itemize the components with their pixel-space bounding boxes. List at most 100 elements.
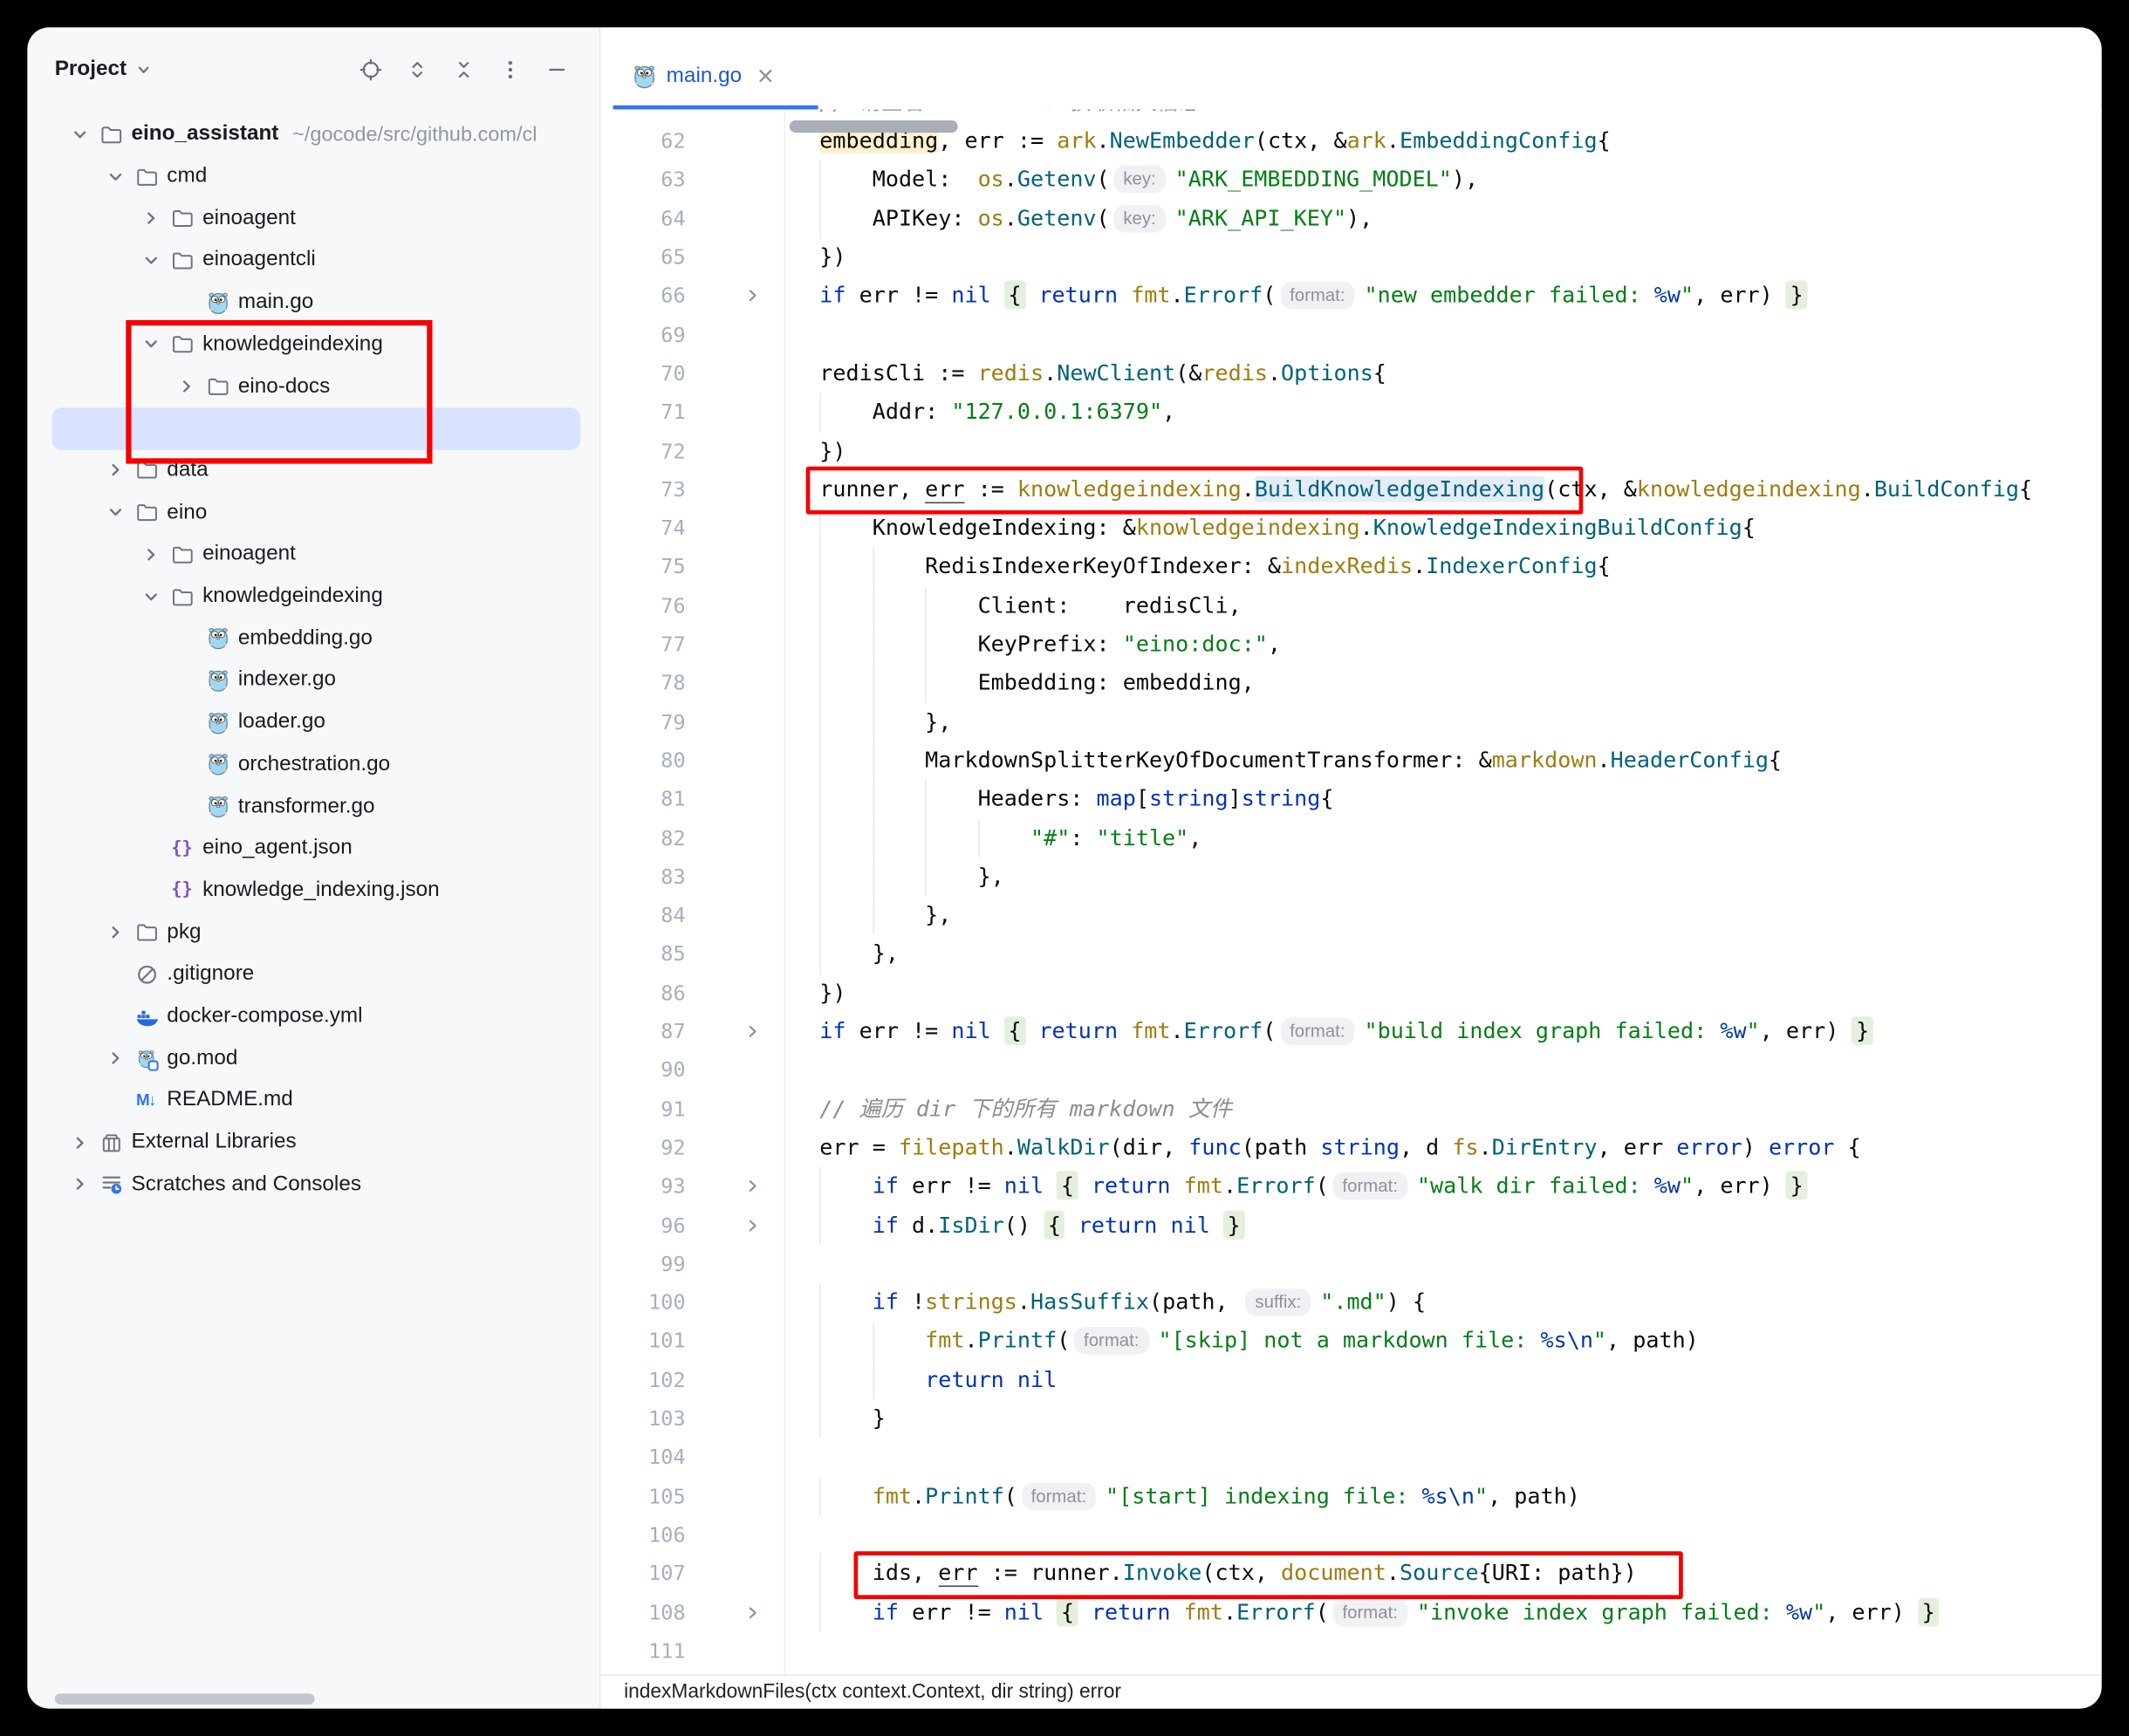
code-line-77[interactable]: 77 KeyPrefix: "eino:doc:",	[600, 625, 2101, 664]
fold-arrow-icon[interactable]	[740, 1167, 764, 1206]
tree-item-external-libraries[interactable]: External Libraries	[27, 1122, 599, 1164]
code-line-87[interactable]: 87if err != nil { return fmt.Errorf(form…	[600, 1012, 2101, 1050]
folder-icon	[132, 501, 161, 524]
fold-arrow-icon[interactable]	[740, 277, 764, 315]
tree-item-eino-agent.json[interactable]: {}eino_agent.json	[27, 828, 599, 870]
code-line-91[interactable]: 91// 遍历 dir 下的所有 markdown 文件	[600, 1090, 2101, 1128]
tree-item-einoagent[interactable]: einoagent	[27, 197, 599, 239]
chevron-right-icon[interactable]	[99, 921, 132, 943]
tree-item-main.go[interactable]: main.go	[27, 282, 599, 324]
chevron-down-icon[interactable]	[63, 124, 96, 146]
code-line-93[interactable]: 93 if err != nil { return fmt.Errorf(for…	[600, 1167, 2101, 1206]
code-line-102[interactable]: 102 return nil	[600, 1361, 2101, 1399]
tree-item-readme.md[interactable]: M↓README.md	[27, 1079, 599, 1121]
code-line-79[interactable]: 79 },	[600, 702, 2101, 741]
chevron-right-icon[interactable]	[63, 1173, 96, 1195]
tree-item-einoagentcli[interactable]: einoagentcli	[27, 240, 599, 282]
tree-item-docker-compose.yml[interactable]: docker-compose.yml	[27, 995, 599, 1037]
code-line-71[interactable]: 71 Addr: "127.0.0.1:6379",	[600, 393, 2101, 431]
tree-item-loader.go[interactable]: loader.go	[27, 701, 599, 743]
scratches-icon	[96, 1172, 126, 1196]
panel-divider[interactable]	[599, 27, 601, 1708]
line-number: 74	[600, 509, 685, 548]
tree-item-label: indexer.go	[238, 668, 336, 693]
code-line-105[interactable]: 105 fmt.Printf(format:"[start] indexing …	[600, 1477, 2101, 1515]
code-line-104[interactable]: 104	[600, 1439, 2101, 1477]
code-line-100[interactable]: 100 if !strings.HasSuffix(path, suffix:"…	[600, 1283, 2101, 1322]
chevron-right-icon[interactable]	[99, 1048, 132, 1070]
tree-item-go.mod[interactable]: go.mod	[27, 1037, 599, 1079]
code-line-101[interactable]: 101 fmt.Printf(format:"[skip] not a mark…	[600, 1322, 2101, 1360]
code-line-76[interactable]: 76 Client: redisCli,	[600, 586, 2101, 625]
code-line-99[interactable]: 99	[600, 1245, 2101, 1283]
tree-item-transformer.go[interactable]: transformer.go	[27, 785, 599, 827]
code-line-82[interactable]: 82 "#": "title",	[600, 819, 2101, 858]
tree-item-indexer.go[interactable]: indexer.go	[27, 660, 599, 701]
chevron-right-icon[interactable]	[63, 1131, 96, 1153]
editor-scrollbar-thumb[interactable]	[790, 120, 958, 133]
chevron-down-icon[interactable]	[99, 502, 132, 523]
code-line-106[interactable]: 106	[600, 1515, 2101, 1554]
code-line-63[interactable]: 63 Model: os.Getenv(key:"ARK_EMBEDDING_M…	[600, 161, 2101, 199]
code-line-75[interactable]: 75 RedisIndexerKeyOfIndexer: &indexRedis…	[600, 548, 2101, 586]
line-number: 99	[600, 1245, 685, 1283]
tree-item-.gitignore[interactable]: .gitignore	[27, 953, 599, 995]
fold-arrow-icon[interactable]	[740, 1012, 764, 1050]
tree-item-einoagent[interactable]: einoagent	[27, 534, 599, 576]
ide-window-stage: Project eino_assistant~/gocode/src/githu…	[0, 0, 2129, 1736]
line-number: 96	[600, 1206, 685, 1244]
code-line-90[interactable]: 90	[600, 1051, 2101, 1090]
code-line-64[interactable]: 64 APIKey: os.Getenv(key:"ARK_API_KEY"),	[600, 200, 2101, 238]
chevron-down-icon[interactable]	[99, 166, 132, 188]
line-number: 84	[600, 896, 685, 934]
code-viewport[interactable]: 61// 请查看 README.md 获取相关信息62embedding, er…	[600, 109, 2101, 1674]
tree-item-label: eino	[167, 500, 207, 524]
tree-item-label: docker-compose.yml	[167, 1004, 362, 1029]
annotation-red-box-tree	[126, 320, 432, 464]
tab-main-go[interactable]: main.go	[613, 46, 794, 105]
fold-arrow-icon[interactable]	[740, 1206, 764, 1244]
tree-item-eino-assistant[interactable]: eino_assistant~/gocode/src/github.com/cl	[27, 113, 599, 155]
chevron-down-icon[interactable]	[134, 249, 168, 271]
code-line-111[interactable]: 111	[600, 1632, 2101, 1671]
code-line-81[interactable]: 81 Headers: map[string]string{	[600, 780, 2101, 818]
project-tool-window: Project eino_assistant~/gocode/src/githu…	[27, 27, 599, 1708]
code-line-72[interactable]: 72})	[600, 432, 2101, 470]
code-line-70[interactable]: 70redisCli := redis.NewClient(&redis.Opt…	[600, 354, 2101, 393]
tree-item-knowledgeindexing[interactable]: knowledgeindexing	[27, 576, 599, 618]
folder-icon	[167, 584, 196, 608]
line-number: 108	[600, 1593, 685, 1631]
code-line-85[interactable]: 85 },	[600, 935, 2101, 974]
line-number: 107	[600, 1555, 685, 1593]
json-icon: {}	[167, 878, 196, 902]
code-line-84[interactable]: 84 },	[600, 896, 2101, 934]
chevron-right-icon[interactable]	[134, 208, 168, 229]
code-line-69[interactable]: 69	[600, 316, 2101, 354]
tree-item-orchestration.go[interactable]: orchestration.go	[27, 743, 599, 785]
chevron-down-icon[interactable]	[134, 585, 168, 607]
code-line-86[interactable]: 86})	[600, 974, 2101, 1012]
code-line-78[interactable]: 78 Embedding: embedding,	[600, 664, 2101, 702]
code-line-83[interactable]: 83 },	[600, 858, 2101, 896]
tree-item-label: eino_agent.json	[202, 836, 353, 860]
go-icon	[202, 711, 232, 735]
project-horizontal-scrollbar[interactable]	[55, 1693, 315, 1705]
code-line-66[interactable]: 66if err != nil { return fmt.Errorf(form…	[600, 277, 2101, 315]
code-line-96[interactable]: 96 if d.IsDir() { return nil }	[600, 1206, 2101, 1244]
tree-item-knowledge-indexing.json[interactable]: {}knowledge_indexing.json	[27, 870, 599, 912]
code-line-65[interactable]: 65})	[600, 238, 2101, 277]
tree-item-pkg[interactable]: pkg	[27, 912, 599, 953]
fold-arrow-icon[interactable]	[740, 1593, 764, 1631]
tree-item-cmd[interactable]: cmd	[27, 155, 599, 197]
tree-item-scratches-and-consoles[interactable]: Scratches and Consoles	[27, 1164, 599, 1206]
chevron-right-icon[interactable]	[134, 543, 168, 565]
code-line-74[interactable]: 74 KnowledgeIndexing: &knowledgeindexing…	[600, 509, 2101, 548]
code-line-80[interactable]: 80 MarkdownSplitterKeyOfDocumentTransfor…	[600, 742, 2101, 780]
tree-item-eino[interactable]: eino	[27, 491, 599, 533]
code-line-108[interactable]: 108 if err != nil { return fmt.Errorf(fo…	[600, 1593, 2101, 1631]
chevron-spacer	[169, 669, 202, 691]
code-line-103[interactable]: 103 }	[600, 1399, 2101, 1438]
code-line-92[interactable]: 92err = filepath.WalkDir(dir, func(path …	[600, 1129, 2101, 1167]
tab-close-icon[interactable]	[756, 67, 774, 85]
tree-item-embedding.go[interactable]: embedding.go	[27, 618, 599, 660]
